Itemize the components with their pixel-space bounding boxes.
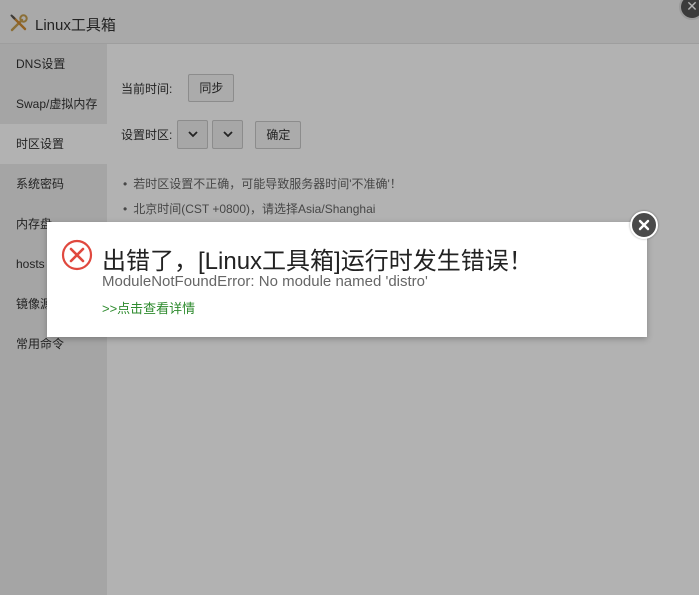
error-message: ModuleNotFoundError: No module named 'di… <box>102 273 428 290</box>
error-title: 出错了，[Linux工具箱]运行时发生错误！ <box>102 248 533 275</box>
error-icon <box>61 239 93 271</box>
error-dialog: 出错了，[Linux工具箱]运行时发生错误！ ModuleNotFoundErr… <box>47 211 658 337</box>
view-details-link[interactable]: >>点击查看详情 <box>102 298 195 317</box>
close-icon <box>638 219 650 231</box>
app-window: Linux工具箱 ✕ DNS设置 Swap/虚拟内存 时区设置 系统密码 内存盘… <box>0 0 699 595</box>
dialog-close-button[interactable] <box>630 211 658 239</box>
